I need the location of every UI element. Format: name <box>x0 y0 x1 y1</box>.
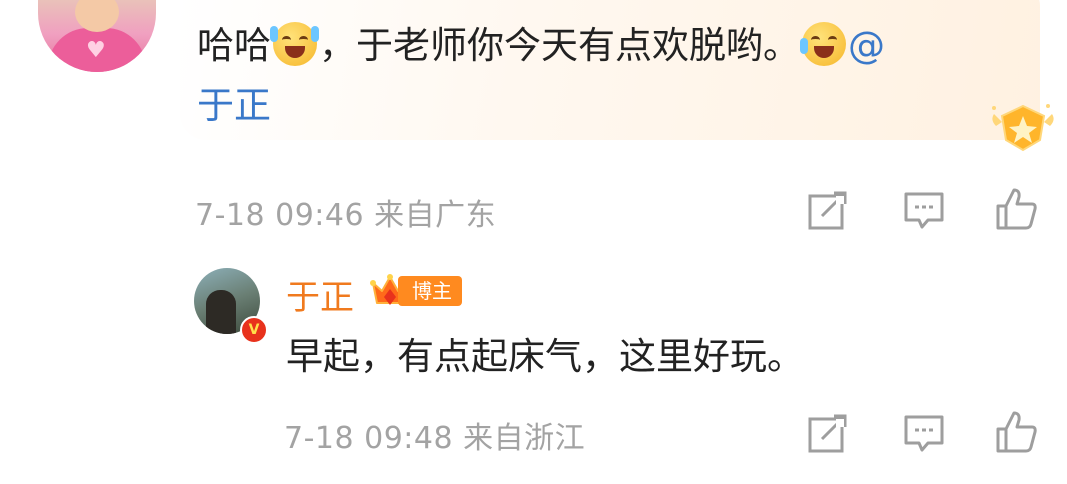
reply-meta: 7-18 09:48 来自浙江 <box>284 413 585 457</box>
reply-text: 早起，有点起床气，这里好玩。 <box>286 335 804 378</box>
verified-badge-icon: V <box>240 316 268 344</box>
reply-username[interactable]: 于正 <box>286 270 354 319</box>
commenter-avatar[interactable]: ♥ <box>38 0 156 72</box>
avatar-person <box>206 290 236 334</box>
like-icon[interactable] <box>994 186 1038 230</box>
reply-comment-icon[interactable] <box>902 188 946 232</box>
comment-meta: 7-18 09:46 来自广东 <box>195 190 496 234</box>
comment-location: 来自广东 <box>374 198 497 233</box>
blogger-tag: 博主 <box>398 276 462 306</box>
reply-comment-icon[interactable] <box>902 411 946 455</box>
weibo-comment-thread: ♥ 哈哈 ，于老师你今天有点欢脱哟。 @ 于正 7-18 09:46 来自广东 V 于… <box>0 0 1067 484</box>
share-icon[interactable] <box>806 411 850 455</box>
reply-location: 来自浙江 <box>463 421 586 456</box>
avatar-heart-print: ♥ <box>86 38 106 63</box>
comment-text-part2: ，于老师你今天有点欢脱哟。 <box>319 24 800 67</box>
reply-date: 7-18 09:48 <box>284 421 454 456</box>
mention-name: 于正 <box>197 84 271 127</box>
avatar-face <box>75 0 119 32</box>
like-icon[interactable] <box>994 409 1038 453</box>
tears-of-joy-emoji-icon <box>800 22 846 66</box>
scream-laugh-emoji-icon <box>270 22 319 66</box>
comment-date: 7-18 09:46 <box>195 198 365 233</box>
comment-text: 哈哈 ，于老师你今天有点欢脱哟。 @ 于正 <box>197 16 997 136</box>
fan-badge-star-icon <box>992 104 1054 152</box>
mention-prefix: @ <box>848 24 885 67</box>
share-icon[interactable] <box>806 188 850 232</box>
comment-text-part1: 哈哈 <box>197 24 271 67</box>
